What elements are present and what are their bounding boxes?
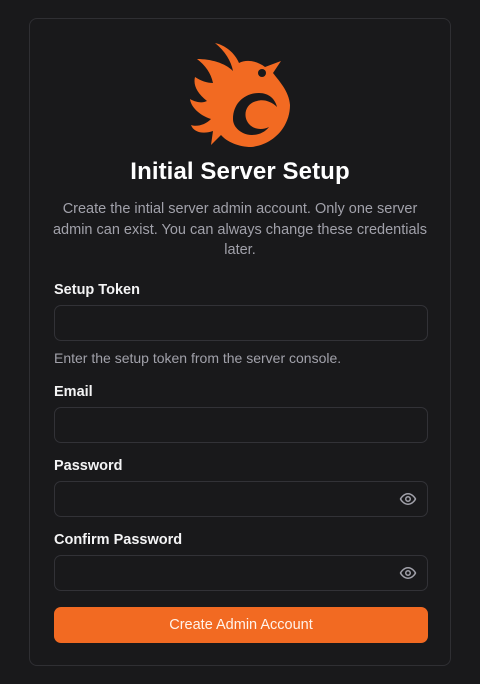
eye-icon[interactable] [399,490,417,508]
create-admin-account-button[interactable]: Create Admin Account [54,607,428,643]
password-input[interactable] [54,481,428,517]
page-title: Initial Server Setup [130,158,350,185]
flame-bird-logo [190,43,290,147]
confirm-password-input[interactable] [54,555,428,591]
setup-token-label: Setup Token [54,282,140,298]
confirm-password-label: Confirm Password [54,532,183,548]
page-subtitle: Create the intial server admin account. … [52,201,427,258]
setup-token-input[interactable] [54,305,428,341]
setup-token-hint: Enter the setup token from the server co… [54,350,342,366]
email-label: Email [54,384,93,400]
email-input[interactable] [54,407,428,443]
password-label: Password [54,458,123,474]
eye-icon[interactable] [399,564,417,582]
